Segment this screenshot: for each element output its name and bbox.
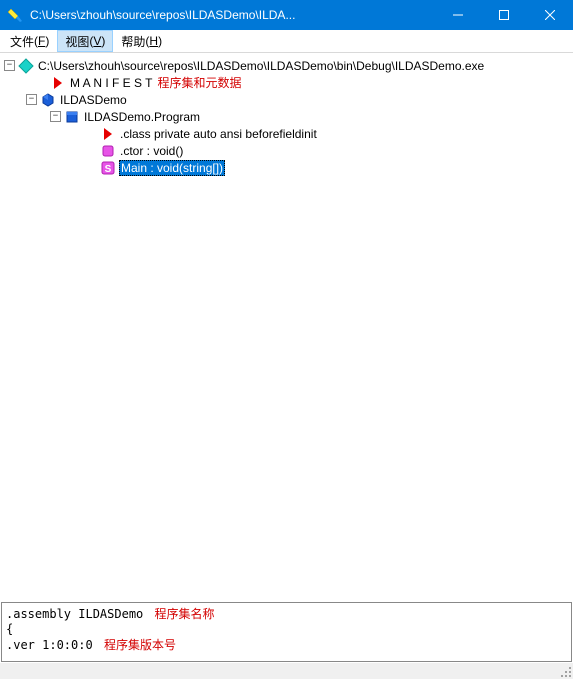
annotation-text: 程序集名称 bbox=[155, 607, 215, 621]
maximize-button[interactable] bbox=[481, 0, 527, 30]
expand-toggle[interactable]: − bbox=[26, 94, 37, 105]
menu-file[interactable]: 文件(F) bbox=[2, 30, 57, 52]
details-line: { bbox=[6, 622, 567, 636]
details-line: .ver 1:0:0:0 程序集版本号 bbox=[6, 636, 567, 653]
app-icon bbox=[8, 7, 24, 23]
class-info-icon bbox=[100, 126, 116, 142]
tree-node-label: M A N I F E S T bbox=[69, 76, 153, 90]
menu-file-label: 文件 bbox=[10, 33, 34, 50]
menu-help[interactable]: 帮助(H) bbox=[113, 30, 170, 52]
tree-node-label: ILDASDemo bbox=[59, 93, 128, 107]
tree-node-class[interactable]: − ILDASDemo.Program bbox=[2, 108, 571, 125]
tree-node-namespace[interactable]: − ILDASDemo bbox=[2, 91, 571, 108]
menu-help-label: 帮助 bbox=[121, 33, 145, 50]
expand-toggle[interactable]: − bbox=[50, 111, 61, 122]
svg-text:S: S bbox=[105, 164, 112, 175]
tree-node-label: ILDASDemo.Program bbox=[83, 110, 201, 124]
status-bar bbox=[0, 663, 573, 679]
class-icon bbox=[64, 109, 80, 125]
annotation-text: 程序集版本号 bbox=[104, 638, 176, 652]
tree-pane[interactable]: − C:\Users\zhouh\source\repos\ILDASDemo\… bbox=[0, 53, 573, 601]
close-button[interactable] bbox=[527, 0, 573, 30]
manifest-icon bbox=[50, 75, 66, 91]
tree-node-manifest[interactable]: M A N I F E S T 程序集和元数据 bbox=[2, 74, 571, 91]
tree-node-label: Main : void(string[]) bbox=[119, 160, 225, 176]
annotation-text: 程序集和元数据 bbox=[157, 74, 241, 91]
resize-grip[interactable] bbox=[557, 663, 573, 679]
details-pane[interactable]: .assembly ILDASDemo 程序集名称 { .ver 1:0:0:0… bbox=[1, 602, 572, 662]
expand-toggle[interactable]: − bbox=[4, 60, 15, 71]
tree-node-label: .class private auto ansi beforefieldinit bbox=[119, 127, 318, 141]
title-bar: C:\Users\zhouh\source\repos\ILDASDemo\IL… bbox=[0, 0, 573, 30]
details-line: .assembly ILDASDemo 程序集名称 bbox=[6, 605, 567, 622]
static-method-icon: S bbox=[100, 160, 116, 176]
tree-node-root[interactable]: − C:\Users\zhouh\source\repos\ILDASDemo\… bbox=[2, 57, 571, 74]
menu-view[interactable]: 视图(V) bbox=[57, 30, 113, 52]
tree-node-label: .ctor : void() bbox=[119, 144, 184, 158]
menu-view-label: 视图 bbox=[65, 33, 89, 50]
tree-node-classinfo[interactable]: .class private auto ansi beforefieldinit bbox=[2, 125, 571, 142]
tree-node-main[interactable]: S Main : void(string[]) bbox=[2, 159, 571, 176]
tree-node-label: C:\Users\zhouh\source\repos\ILDASDemo\IL… bbox=[37, 59, 485, 73]
minimize-button[interactable] bbox=[435, 0, 481, 30]
method-icon bbox=[100, 143, 116, 159]
window-controls bbox=[435, 0, 573, 30]
window-title: C:\Users\zhouh\source\repos\ILDASDemo\IL… bbox=[30, 8, 435, 22]
assembly-exe-icon bbox=[18, 58, 34, 74]
tree-node-ctor[interactable]: .ctor : void() bbox=[2, 142, 571, 159]
namespace-icon bbox=[40, 92, 56, 108]
menu-bar: 文件(F) 视图(V) 帮助(H) bbox=[0, 30, 573, 53]
